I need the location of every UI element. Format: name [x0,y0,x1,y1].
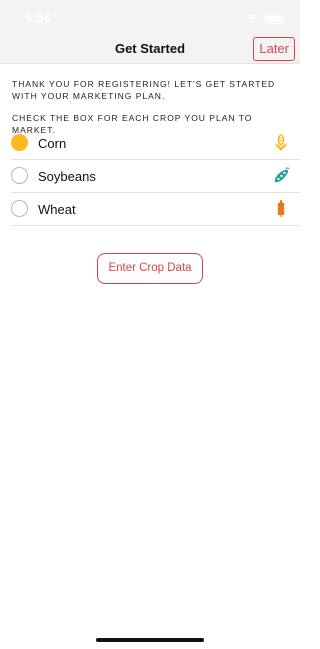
battery-icon [264,11,286,29]
crop-item-wheat[interactable]: Wheat [11,193,300,226]
crop-item-soybeans[interactable]: Soybeans [11,160,300,193]
nav-bar: Get Started Later [0,34,300,64]
wheat-checkbox[interactable] [11,200,28,217]
status-time: 5:56 [25,10,52,25]
corn-checkbox[interactable] [11,134,28,151]
later-button[interactable]: Later [253,37,295,61]
enter-crop-data-button[interactable]: Enter Crop Data [97,253,203,284]
intro-text: THANK YOU FOR REGISTERING! LET'S GET STA… [12,79,276,101]
soybeans-checkbox[interactable] [11,167,28,184]
crop-label: Corn [38,136,67,151]
soybean-icon [273,167,289,185]
crop-item-corn[interactable]: Corn [11,127,300,160]
wifi-icon [246,11,259,29]
corn-icon [273,134,289,152]
status-bar: 5:56 [0,0,300,34]
home-indicator [96,638,204,642]
crop-label: Wheat [38,202,76,217]
crop-list: Corn Soybeans Wheat [11,127,300,226]
wheat-icon [273,200,289,218]
crop-label: Soybeans [38,169,96,184]
status-icons [246,11,286,29]
